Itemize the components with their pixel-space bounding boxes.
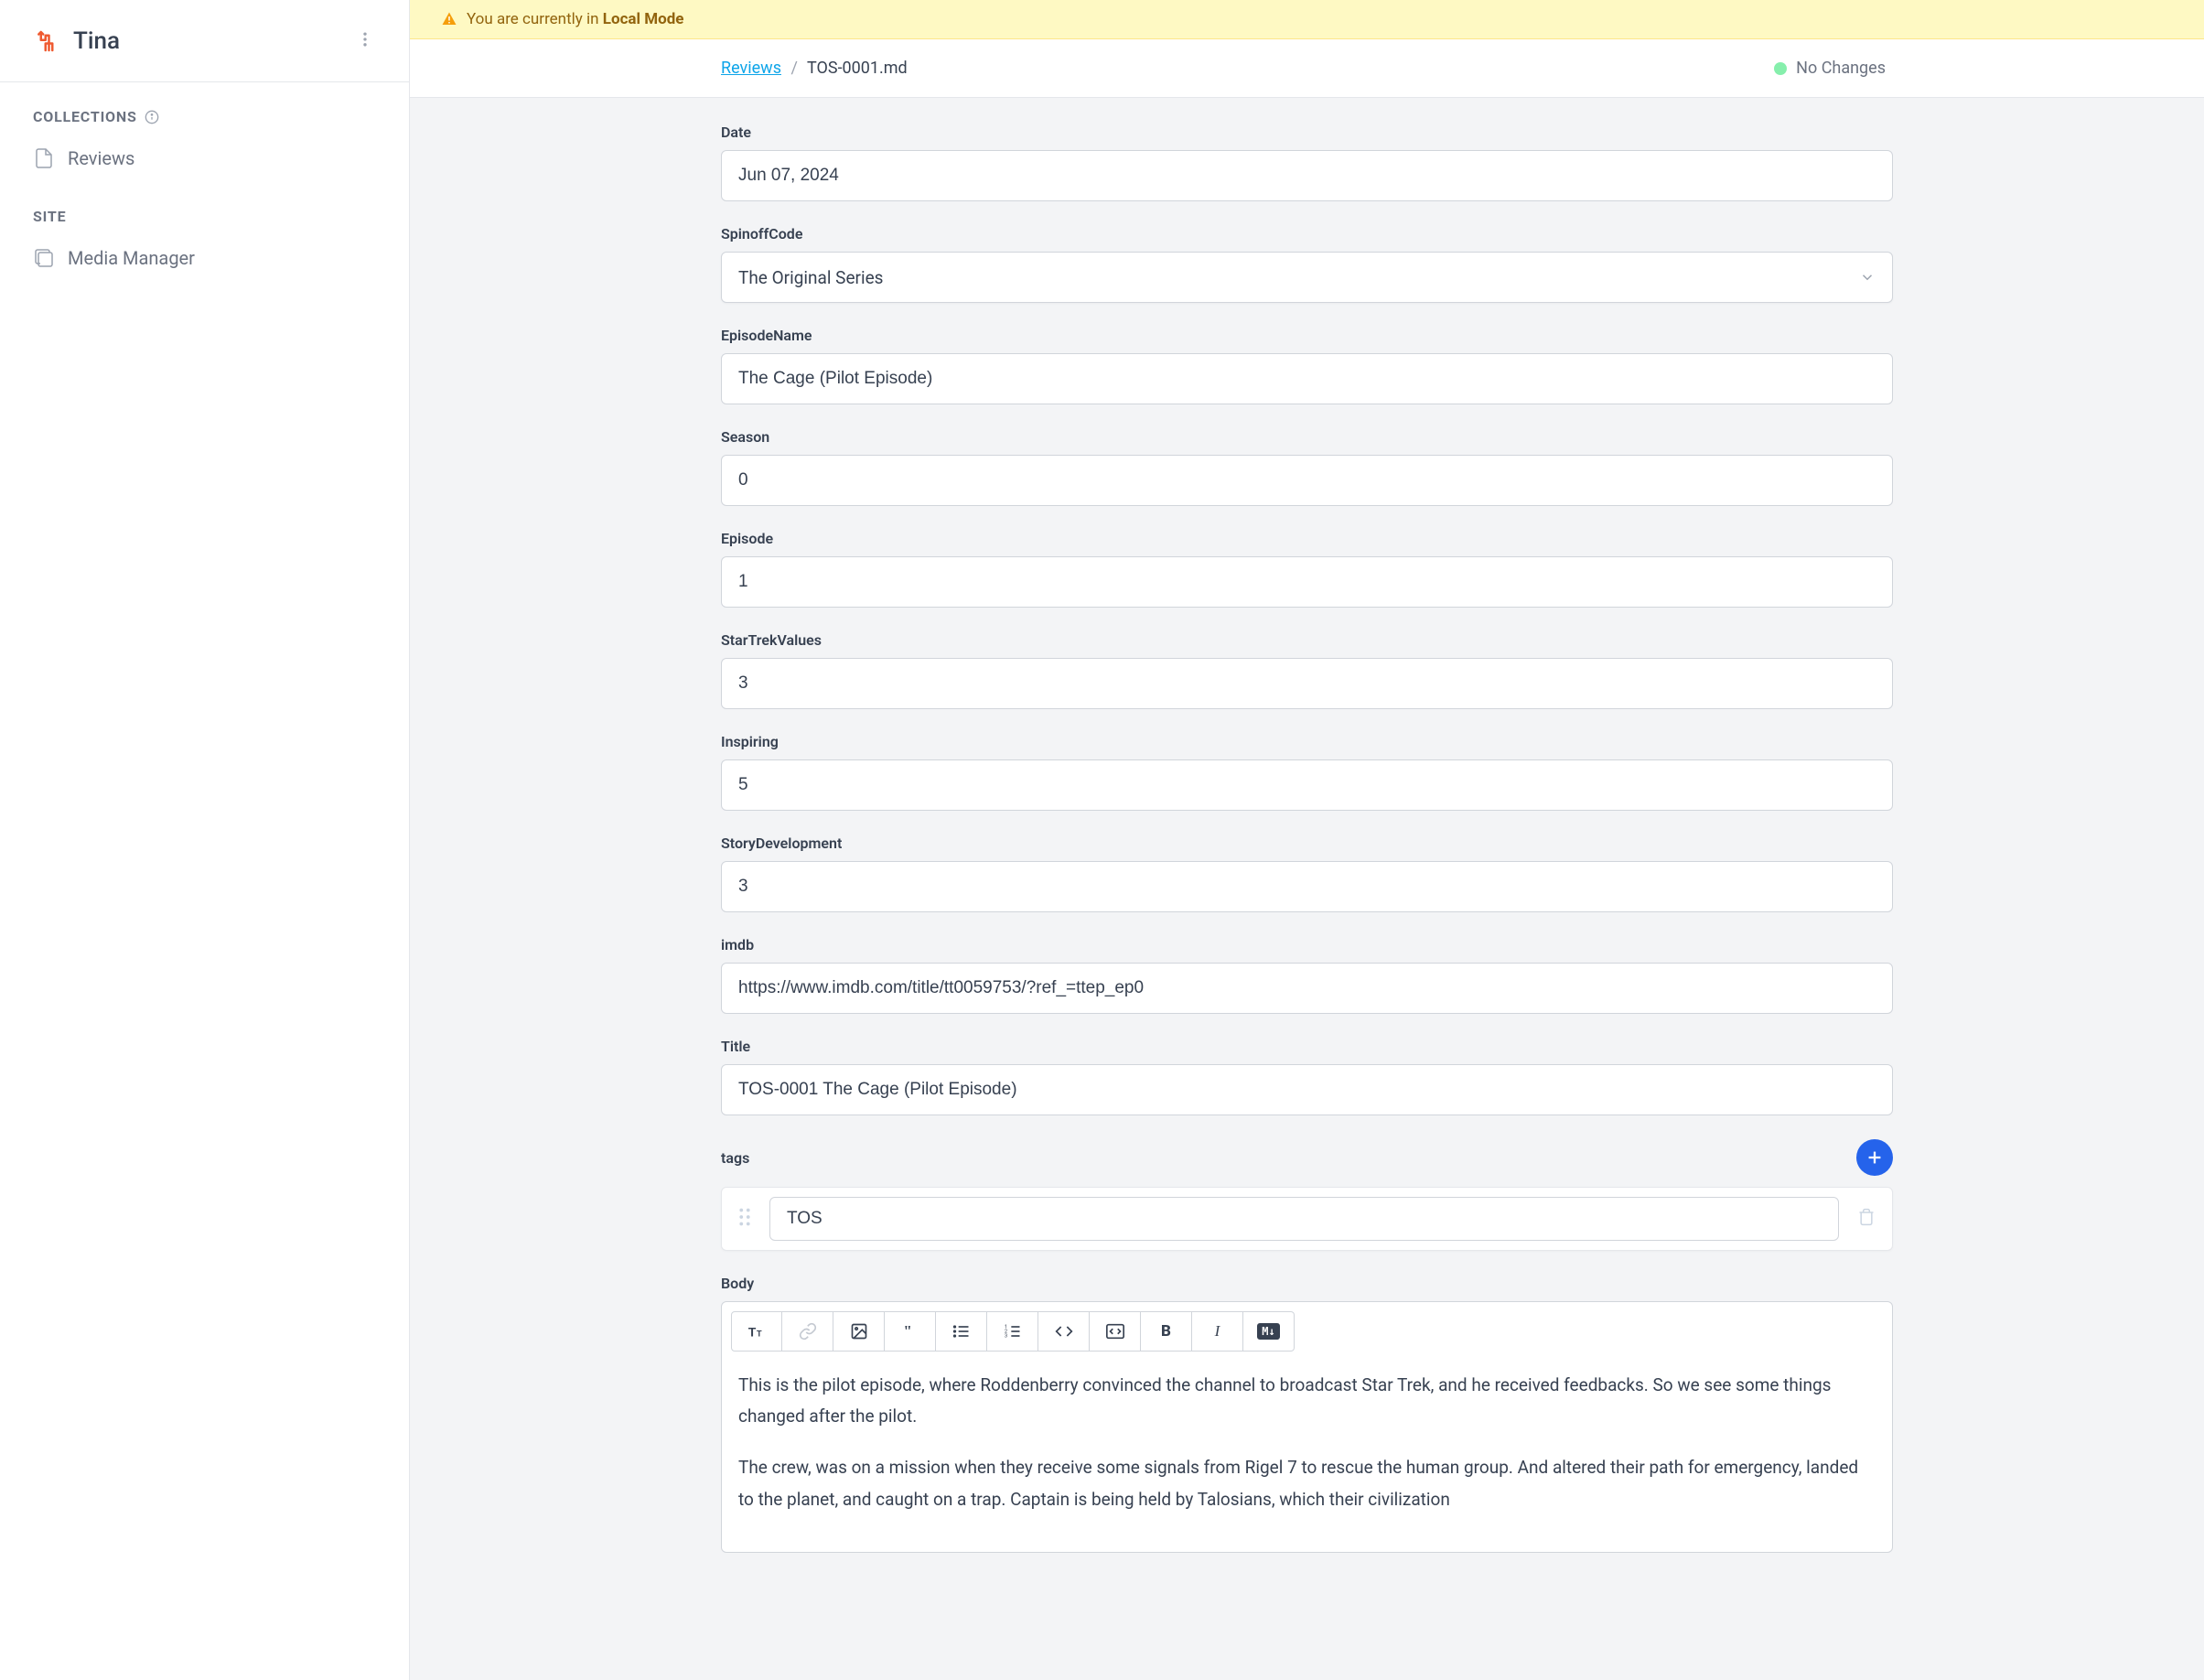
field-episodename: EpisodeName — [721, 327, 1893, 404]
tag-input[interactable] — [769, 1197, 1839, 1241]
episodename-input[interactable] — [721, 353, 1893, 404]
field-episode: Episode — [721, 530, 1893, 608]
svg-text:": " — [903, 1322, 911, 1340]
delete-tag-button[interactable] — [1854, 1204, 1879, 1233]
field-body: Body TT " — [721, 1275, 1893, 1553]
episode-input[interactable] — [721, 556, 1893, 608]
bullet-list-button[interactable] — [936, 1311, 987, 1352]
chevron-down-icon — [1859, 269, 1876, 285]
rich-text-editor: TT " 123 — [721, 1301, 1893, 1553]
field-storydevelopment: StoryDevelopment — [721, 835, 1893, 912]
bold-button[interactable]: B — [1141, 1311, 1192, 1352]
local-mode-notice: You are currently in Local Mode — [410, 0, 2204, 39]
field-tags: tags — [721, 1139, 1893, 1251]
startrekvalues-input[interactable] — [721, 658, 1893, 709]
field-title: Title — [721, 1038, 1893, 1115]
date-input[interactable] — [721, 150, 1893, 201]
heading-button[interactable]: TT — [731, 1311, 782, 1352]
breadcrumb: Reviews / TOS-0001.md — [721, 59, 908, 78]
info-icon[interactable] — [145, 110, 159, 124]
sidebar-item-media-manager[interactable]: Media Manager — [0, 234, 409, 282]
spinoffcode-select[interactable]: The Original Series — [721, 252, 1893, 303]
document-icon — [33, 147, 55, 169]
code-button[interactable] — [1038, 1311, 1090, 1352]
site-title: SITE — [33, 208, 376, 225]
sidebar-item-reviews[interactable]: Reviews — [0, 135, 409, 182]
form: Date SpinoffCode The Original Series Epi… — [410, 98, 2204, 1613]
title-input[interactable] — [721, 1064, 1893, 1115]
llama-icon — [33, 27, 60, 55]
imdb-input[interactable] — [721, 963, 1893, 1014]
breadcrumb-current: TOS-0001.md — [807, 59, 908, 78]
editor-body[interactable]: This is the pilot episode, where Roddenb… — [722, 1361, 1892, 1552]
menu-button[interactable] — [349, 23, 382, 59]
collections-title: COLLECTIONS — [33, 108, 376, 125]
field-inspiring: Inspiring — [721, 733, 1893, 811]
breadcrumb-root[interactable]: Reviews — [721, 59, 781, 78]
field-date: Date — [721, 124, 1893, 201]
italic-button[interactable]: I — [1192, 1311, 1243, 1352]
status-dot-icon — [1774, 62, 1787, 75]
field-spinoffcode: SpinoffCode The Original Series — [721, 225, 1893, 303]
editor-toolbar: TT " 123 — [722, 1302, 1892, 1361]
image-button[interactable] — [833, 1311, 885, 1352]
field-startrekvalues: StarTrekValues — [721, 631, 1893, 709]
main: You are currently in Local Mode Reviews … — [410, 0, 2204, 1680]
brand-name: Tina — [73, 27, 120, 55]
drag-handle-icon[interactable] — [735, 1204, 755, 1233]
sidebar: Tina COLLECTIONS Reviews SITE Media Mana… — [0, 0, 410, 1680]
season-input[interactable] — [721, 455, 1893, 506]
add-tag-button[interactable] — [1856, 1139, 1893, 1176]
collections-section: COLLECTIONS — [0, 82, 409, 135]
svg-text:T: T — [748, 1326, 757, 1340]
inspiring-input[interactable] — [721, 759, 1893, 811]
site-section: SITE — [0, 182, 409, 234]
markdown-button[interactable]: M↓ — [1243, 1311, 1295, 1352]
warning-icon — [441, 11, 457, 27]
storydevelopment-input[interactable] — [721, 861, 1893, 912]
media-icon — [33, 247, 55, 269]
tag-item — [721, 1187, 1893, 1251]
link-button[interactable] — [782, 1311, 833, 1352]
sidebar-header: Tina — [0, 0, 409, 82]
svg-text:T: T — [757, 1330, 762, 1339]
ordered-list-button[interactable]: 123 — [987, 1311, 1038, 1352]
field-imdb: imdb — [721, 936, 1893, 1014]
quote-button[interactable]: " — [885, 1311, 936, 1352]
save-status: No Changes — [1774, 59, 1886, 78]
topbar: Reviews / TOS-0001.md No Changes — [410, 39, 2204, 98]
field-season: Season — [721, 428, 1893, 506]
svg-text:3: 3 — [1004, 1334, 1006, 1340]
brand[interactable]: Tina — [33, 27, 120, 55]
code-block-button[interactable] — [1090, 1311, 1141, 1352]
